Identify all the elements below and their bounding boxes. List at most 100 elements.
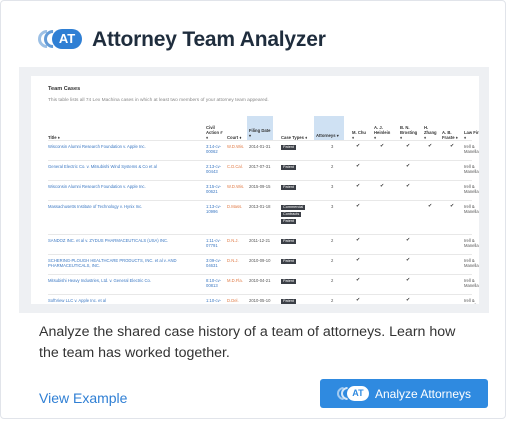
check-icon: ✔ bbox=[356, 203, 361, 209]
case-title-link[interactable]: Mitsubishi Heavy Industries, Ltd. v. Gen… bbox=[48, 278, 198, 283]
check-icon: ✔ bbox=[356, 297, 361, 303]
docket-link[interactable]: 1:11-cv-07791 bbox=[206, 238, 224, 248]
check-icon: ✔ bbox=[406, 277, 411, 283]
check-icon: ✔ bbox=[406, 183, 411, 189]
case-title-link[interactable]: SoftView LLC v. Apple Inc. et al bbox=[48, 298, 198, 303]
card-description: Analyze the shared case history of a tea… bbox=[39, 324, 456, 361]
law-firm: Irell & Manella bbox=[464, 238, 479, 248]
check-icon: ✔ bbox=[406, 163, 411, 169]
law-firm: Irell & Manella bbox=[464, 184, 479, 194]
case-types: Patent bbox=[281, 184, 315, 191]
check-icon: ✔ bbox=[450, 143, 455, 149]
attorney-count: 3 bbox=[331, 184, 334, 189]
filing-date: 2015-09-15 bbox=[249, 184, 271, 189]
check-icon: ✔ bbox=[356, 163, 361, 169]
table-header: Title ♦ Civil Action # ♦ Court ♦ Filing … bbox=[48, 116, 479, 140]
card-header: AT Attorney Team Analyzer bbox=[34, 26, 326, 52]
case-title-link[interactable]: SCHERING-PLOUGH HEALTHCARE PRODUCTS, INC… bbox=[48, 258, 198, 268]
court-label: D.N.J. bbox=[227, 258, 239, 263]
case-type-tag: Patent bbox=[281, 145, 296, 150]
case-types: Commercial Contracts Patent bbox=[281, 204, 315, 225]
attorney-count: 3 bbox=[331, 204, 334, 209]
case-types: Patent bbox=[281, 278, 315, 285]
docket-link[interactable]: 3:09-cv-04631 bbox=[206, 258, 224, 268]
filing-date: 2017-07-31 bbox=[249, 164, 271, 169]
case-title-link[interactable]: Wisconsin Alumni Research Foundation v. … bbox=[48, 144, 198, 149]
preview-screenshot: Team Cases This table lists all 74 Lex M… bbox=[19, 67, 489, 313]
check-icon: ✔ bbox=[428, 143, 433, 149]
card-title: Attorney Team Analyzer bbox=[92, 28, 326, 51]
check-icon: ✔ bbox=[356, 183, 361, 189]
court-label: W.D.Wis. bbox=[227, 184, 245, 189]
law-firm: Irell & Manella bbox=[464, 258, 479, 268]
table-row[interactable]: Massachusetts Institute of Technology v.… bbox=[48, 200, 479, 234]
table-row[interactable]: Wisconsin Alumni Research Foundation v. … bbox=[48, 180, 479, 200]
table-row[interactable]: SoftView LLC v. Apple Inc. et al 1:10-cv-… bbox=[48, 294, 479, 304]
col-attorney-5: A. B. Fraste ♦ bbox=[442, 130, 458, 140]
check-icon: ✔ bbox=[356, 257, 361, 263]
check-icon: ✔ bbox=[356, 143, 361, 149]
attorney-team-logo-icon: AT bbox=[334, 383, 369, 403]
court-label: W.D.Wis. bbox=[227, 144, 245, 149]
check-icon: ✔ bbox=[406, 257, 411, 263]
attorney-team-logo-icon: AT bbox=[34, 26, 86, 52]
table-row[interactable]: SANDOZ INC. et al v. ZYDUS PHARMACEUTICA… bbox=[48, 234, 479, 254]
filing-date: 2010-04-21 bbox=[249, 278, 271, 283]
case-type-tag: Patent bbox=[281, 259, 296, 264]
filing-date: 2013-01-18 bbox=[249, 204, 271, 209]
attorney-count: 2 bbox=[331, 164, 334, 169]
table-row[interactable]: Wisconsin Alumni Research Foundation v. … bbox=[48, 140, 479, 160]
check-icon: ✔ bbox=[380, 143, 385, 149]
law-firm: Irell & Manella bbox=[464, 298, 479, 304]
table-body: Wisconsin Alumni Research Foundation v. … bbox=[48, 140, 479, 304]
law-firm: Irell & Manella bbox=[464, 144, 479, 154]
court-label: D.Mass. bbox=[227, 204, 243, 209]
law-firm: Irell & Manella bbox=[464, 204, 479, 214]
docket-link[interactable]: 1:10-cv-00389 bbox=[206, 298, 224, 304]
attorney-count: 2 bbox=[331, 258, 334, 263]
case-title-link[interactable]: Massachusetts Institute of Technology v.… bbox=[48, 204, 198, 209]
case-title-link[interactable]: General Electric Co. v. Mitsubishi Wind … bbox=[48, 164, 198, 169]
case-title-link[interactable]: SANDOZ INC. et al v. ZYDUS PHARMACEUTICA… bbox=[48, 238, 198, 243]
preview-section-title: Team Cases bbox=[48, 86, 81, 92]
docket-link[interactable]: 1:13-cv-10996 bbox=[206, 204, 224, 214]
team-cases-table: Title ♦ Civil Action # ♦ Court ♦ Filing … bbox=[48, 116, 479, 304]
case-types: Patent bbox=[281, 298, 315, 304]
attorney-team-analyzer-card: AT Attorney Team Analyzer Team Cases Thi… bbox=[0, 0, 506, 419]
docket-link[interactable]: 2:13-cv-00443 bbox=[206, 164, 224, 174]
case-type-tag: Patent bbox=[281, 219, 296, 224]
analyze-attorneys-button[interactable]: AT Analyze Attorneys bbox=[320, 379, 488, 408]
col-attorneys: Attorneys ▾ bbox=[314, 116, 344, 140]
court-label: D.Del. bbox=[227, 298, 239, 303]
check-icon: ✔ bbox=[428, 203, 433, 209]
col-attorney-4: H. Zhang ♦ bbox=[424, 125, 437, 140]
court-label: C.D.Cal. bbox=[227, 164, 243, 169]
attorney-count: 2 bbox=[331, 238, 334, 243]
case-types: Patent bbox=[281, 144, 315, 151]
table-row[interactable]: SCHERING-PLOUGH HEALTHCARE PRODUCTS, INC… bbox=[48, 254, 479, 274]
case-type-tag: Commercial bbox=[281, 205, 306, 210]
filing-date: 2011-12-21 bbox=[249, 238, 271, 243]
col-attorney-3: B. N. Brosting ♦ bbox=[400, 125, 418, 140]
table-row[interactable]: Mitsubishi Heavy Industries, Ltd. v. Gen… bbox=[48, 274, 479, 294]
docket-link[interactable]: 8:10-cv-00813 bbox=[206, 278, 224, 288]
check-icon: ✔ bbox=[356, 277, 361, 283]
court-label: D.N.J. bbox=[227, 238, 239, 243]
view-example-link[interactable]: View Example bbox=[39, 390, 127, 406]
check-icon: ✔ bbox=[406, 237, 411, 243]
docket-link[interactable]: 3:15-cv-00621 bbox=[206, 184, 224, 194]
case-title-link[interactable]: Wisconsin Alumni Research Foundation v. … bbox=[48, 184, 198, 189]
filing-date: 2014-01-31 bbox=[249, 144, 271, 149]
table-row[interactable]: General Electric Co. v. Mitsubishi Wind … bbox=[48, 160, 479, 180]
docket-link[interactable]: 3:14-cv-00062 bbox=[206, 144, 224, 154]
check-icon: ✔ bbox=[406, 297, 411, 303]
col-attorney-2: A. J. Heinlein ♦ bbox=[374, 125, 391, 140]
case-types: Patent bbox=[281, 164, 315, 171]
filing-date: 2010-05-10 bbox=[249, 298, 271, 303]
court-label: M.D.Fla. bbox=[227, 278, 243, 283]
analyze-attorneys-label: Analyze Attorneys bbox=[374, 386, 472, 401]
col-law-firm: Law Firm ♦ bbox=[464, 130, 479, 140]
law-firm: Irell & Manella bbox=[464, 278, 479, 288]
col-docket: Civil Action # ♦ bbox=[206, 125, 223, 140]
check-icon: ✔ bbox=[406, 143, 411, 149]
